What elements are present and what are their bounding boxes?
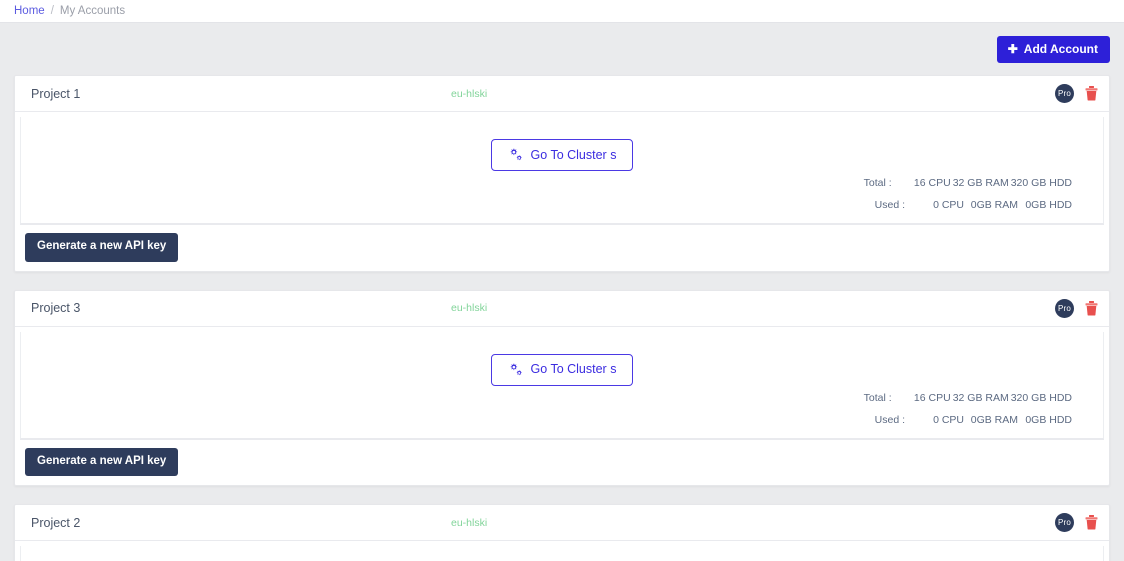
breadcrumb: Home / My Accounts — [14, 5, 125, 17]
resources-total-cpu: 16 CPU — [913, 177, 951, 189]
go-to-clusters-button[interactable]: Go To Cluster s — [490, 139, 634, 171]
trash-icon[interactable] — [1085, 300, 1098, 316]
resources-total-hdd: 320 GB HDD — [1010, 177, 1072, 189]
account-region: eu-hlski — [451, 302, 488, 314]
resources-total-ram: 32 GB RAM — [952, 391, 1009, 404]
account-header-actions: Pro — [1055, 84, 1098, 103]
breadcrumb-current-my-accounts: My Accounts — [59, 5, 126, 17]
breadcrumb-separator: / — [50, 5, 54, 17]
account-region: eu-hlski — [451, 516, 488, 529]
go-to-clusters-button[interactable]: Go To Cluster s — [490, 353, 634, 386]
resources-used-hdd: 0GB HDD — [1025, 413, 1072, 426]
account-card-header: Project 2 eu-hlski Pro — [15, 505, 1109, 541]
page-content: ✚ Add Account Project 1 eu-hlski Pro Go … — [0, 23, 1124, 561]
resources-total-label: Total : — [863, 177, 892, 189]
go-to-clusters-button-label: Go To Cluster s — [530, 147, 617, 162]
resources-used-label: Used : — [874, 413, 905, 426]
account-card: Project 3 eu-hlski Pro Go To Cluster s T… — [14, 289, 1110, 486]
account-card-footer: Generate a new API key — [15, 440, 1109, 486]
plan-badge-pro[interactable]: Pro — [1055, 298, 1074, 318]
add-account-button-label: Add Account — [1023, 41, 1098, 56]
account-card: Project 2 eu-hlski Pro — [14, 504, 1110, 561]
plan-badge-pro[interactable]: Pro — [1055, 84, 1074, 103]
resources-used-row: Used : 0 CPU 0GB RAM 0GB HDD — [864, 199, 1072, 211]
trash-icon[interactable] — [1085, 86, 1098, 101]
generate-api-key-button[interactable]: Generate a new API key — [25, 447, 179, 476]
accounts-list: Project 1 eu-hlski Pro Go To Cluster s T… — [14, 75, 1110, 561]
account-card-body: Go To Cluster s Total : 16 CPU 32 GB RAM… — [20, 546, 1104, 561]
resources-used-row: Used : 0 CPU 0GB RAM 0GB HDD — [864, 414, 1072, 426]
resources-used-hdd: 0GB HDD — [1025, 199, 1072, 211]
account-header-actions: Pro — [1055, 513, 1098, 532]
account-header-actions: Pro — [1055, 298, 1098, 318]
trash-icon[interactable] — [1085, 515, 1098, 530]
go-to-clusters-button-label: Go To Cluster s — [530, 362, 617, 377]
resources-total-hdd: 320 GB HDD — [1010, 391, 1072, 404]
breadcrumb-bar: Home / My Accounts — [0, 0, 1124, 23]
account-card-header: Project 3 eu-hlski Pro — [15, 291, 1109, 327]
resources-total-label: Total : — [863, 391, 892, 404]
cogs-icon — [508, 363, 523, 377]
account-resources: Total : 16 CPU 32 GB RAM 320 GB HDD Used… — [864, 392, 1072, 426]
account-card-body: Go To Cluster s Total : 16 CPU 32 GB RAM… — [20, 117, 1104, 225]
breadcrumb-link-home[interactable]: Home — [14, 5, 45, 17]
cluster-button-wrap: Go To Cluster s — [20, 353, 1104, 386]
resources-used-cpu: 0 CPU — [933, 413, 964, 426]
account-card: Project 1 eu-hlski Pro Go To Cluster s T… — [14, 75, 1110, 272]
account-name: Project 1 — [31, 86, 81, 101]
resources-used-cpu: 0 CPU — [933, 199, 964, 211]
plan-badge-pro[interactable]: Pro — [1055, 513, 1074, 532]
plus-icon: ✚ — [1007, 41, 1018, 56]
resources-used-ram: 0GB RAM — [970, 413, 1018, 426]
account-resources: Total : 16 CPU 32 GB RAM 320 GB HDD Used… — [864, 177, 1072, 211]
account-name: Project 3 — [31, 301, 81, 315]
account-name: Project 2 — [31, 515, 81, 530]
resources-total-row: Total : 16 CPU 32 GB RAM 320 GB HDD — [864, 392, 1072, 404]
resources-used-label: Used : — [874, 199, 905, 211]
resources-total-row: Total : 16 CPU 32 GB RAM 320 GB HDD — [864, 177, 1072, 189]
cluster-button-wrap: Go To Cluster s — [20, 139, 1104, 171]
account-region: eu-hlski — [451, 87, 488, 100]
resources-total-ram: 32 GB RAM — [952, 177, 1009, 189]
generate-api-key-button[interactable]: Generate a new API key — [25, 233, 179, 262]
account-card-header: Project 1 eu-hlski Pro — [15, 76, 1109, 112]
account-card-body: Go To Cluster s Total : 16 CPU 32 GB RAM… — [20, 331, 1104, 440]
resources-used-ram: 0GB RAM — [970, 199, 1018, 211]
resources-total-cpu: 16 CPU — [913, 391, 951, 404]
add-account-button[interactable]: ✚ Add Account — [996, 35, 1110, 63]
account-card-footer: Generate a new API key — [15, 225, 1109, 271]
page-toolbar: ✚ Add Account — [14, 23, 1110, 75]
cogs-icon — [508, 148, 523, 162]
account-card-body-frame — [20, 546, 1104, 561]
